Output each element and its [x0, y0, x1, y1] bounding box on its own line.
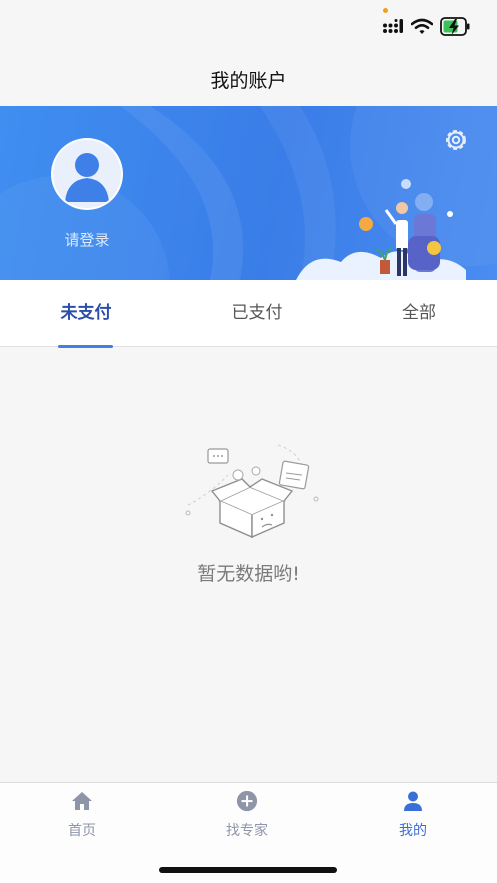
tabbar-label-find-expert: 找专家: [226, 823, 268, 839]
privacy-indicator-dot: [383, 8, 388, 13]
user-avatar-icon[interactable]: [51, 138, 123, 210]
tabbar-item-find-expert[interactable]: 找专家: [197, 790, 297, 840]
page-title: 我的账户: [210, 70, 287, 92]
home-indicator[interactable]: [159, 867, 337, 873]
tabbar-label-home: 首页: [68, 823, 96, 839]
order-tabs: 未支付 已支付 全部: [0, 280, 497, 347]
login-link[interactable]: 请登录: [40, 229, 134, 250]
wifi-icon: [411, 18, 433, 34]
tab-all[interactable]: 全部: [369, 280, 469, 347]
empty-box-icon: [185, 444, 319, 539]
home-icon: [72, 792, 92, 810]
tabbar-item-home[interactable]: 首页: [32, 790, 132, 840]
tab-unpaid[interactable]: 未支付: [36, 280, 136, 347]
empty-state-message: 暂无数据哟!: [197, 563, 300, 585]
person-icon: [404, 791, 422, 811]
doctor-illustration-icon: [296, 179, 466, 280]
navigation-bar: 我的账户: [0, 50, 497, 106]
battery-charging-icon: [440, 17, 470, 36]
tabbar-label-mine: 我的: [399, 823, 427, 839]
avatar-silhouette-icon: [65, 153, 109, 202]
plus-circle-icon: [236, 790, 258, 812]
gear-icon[interactable]: [442, 126, 470, 154]
tab-paid[interactable]: 已支付: [207, 280, 307, 347]
status-bar: [0, 0, 497, 50]
tabbar-item-mine[interactable]: 我的: [363, 790, 463, 840]
cellular-signal-icon: [383, 19, 403, 33]
